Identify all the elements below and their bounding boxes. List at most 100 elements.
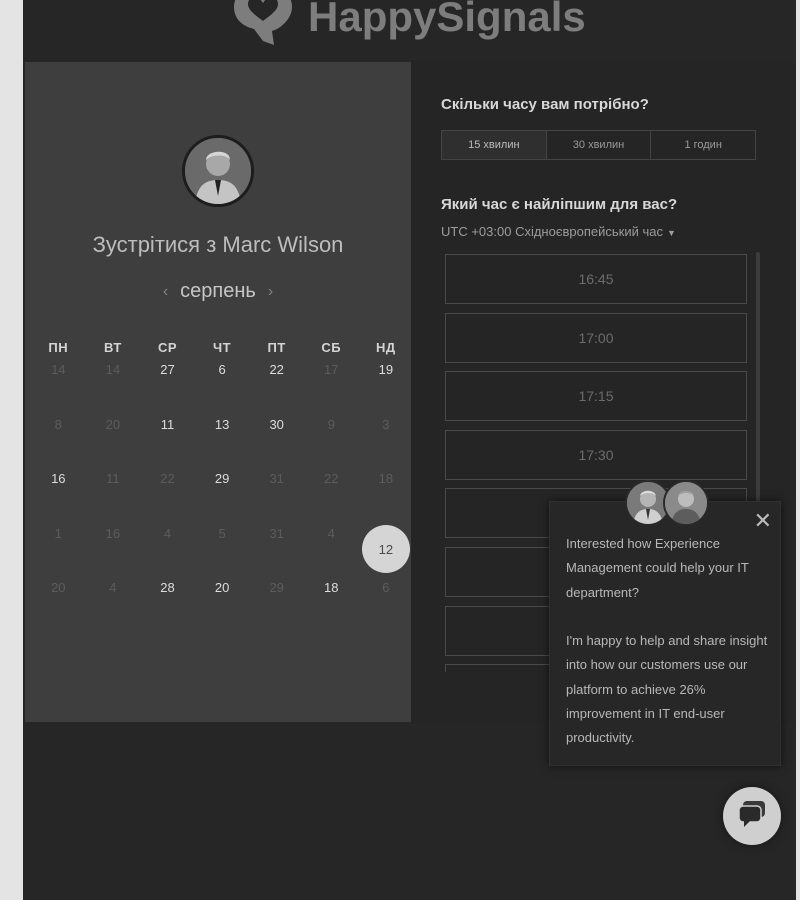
calendar-day: 4: [86, 576, 141, 631]
heart-bubble-icon: [228, 0, 298, 49]
time-slot-button[interactable]: 17:00: [445, 312, 747, 363]
day-number: 4: [109, 580, 117, 596]
calendar-day: 1: [31, 522, 86, 577]
popup-paragraph-2-line-2: productivity.: [566, 730, 635, 746]
calendar-day[interactable]: 13: [195, 413, 250, 468]
day-number: 12: [361, 525, 410, 574]
day-number: 5: [218, 525, 226, 541]
organizer-panel: Зустрітися з Marc Wilson ‹ серпень › ПН В…: [25, 62, 411, 722]
day-number: 6: [218, 362, 226, 377]
day-number: 16: [105, 525, 121, 541]
chevron-left-icon[interactable]: ‹: [151, 283, 180, 301]
calendar-day: 5: [195, 522, 250, 577]
calendar-grid: 14 14 27 6 22 17 19 8 20 11 13 30 9 3 16 11 22 29 31 22 18 1 1…: [31, 358, 413, 631]
happysignals-logo[interactable]: HappySignals: [228, 0, 586, 52]
close-icon[interactable]: ✕: [754, 510, 772, 532]
day-number: 3: [382, 416, 390, 432]
calendar-day: 4: [140, 522, 195, 577]
calendar-day: 6: [359, 576, 414, 631]
weekday-label: ПТ: [267, 340, 286, 355]
day-number: 30: [269, 416, 284, 432]
duration-option[interactable]: 30 хвилин: [547, 131, 652, 159]
calendar-day: 22: [304, 467, 359, 522]
caret-down-icon: ▼: [666, 228, 676, 238]
duration-question: Скільки часу вам потрібно?: [441, 96, 649, 113]
organizer-avatar: [182, 135, 254, 207]
weekday-label: ВТ: [103, 340, 122, 355]
day-number: 31: [269, 525, 284, 541]
logo-text: HappySignals: [308, 0, 586, 40]
calendar-day: 18: [359, 467, 414, 522]
popup-avatars: [625, 480, 715, 530]
time-slot-button[interactable]: 16:45: [445, 254, 747, 304]
time-slot-button[interactable]: 17:30: [445, 429, 747, 480]
calendar-day[interactable]: 28: [140, 576, 195, 631]
calendar-day: 16: [86, 522, 141, 577]
meet-title: Зустрітися з Marc Wilson: [92, 232, 344, 257]
chat-launcher-button[interactable]: [723, 787, 781, 845]
chevron-right-icon[interactable]: ›: [256, 283, 285, 301]
calendar-day[interactable]: 18: [304, 576, 359, 631]
popup-message: Interested how Experience Management cou…: [566, 532, 772, 751]
day-number: 22: [160, 471, 175, 487]
calendar-day: 9: [304, 413, 359, 468]
day-number: 17: [324, 362, 339, 377]
calendar-day: 20: [31, 576, 86, 631]
popup-paragraph-1: Interested how Experience Management cou…: [566, 536, 749, 600]
weekday-label: СБ: [321, 340, 342, 355]
day-number: 9: [327, 416, 335, 432]
day-number: 16: [51, 471, 66, 487]
day-number: 20: [105, 416, 121, 432]
day-number: 18: [378, 471, 394, 487]
day-number: 14: [51, 362, 66, 377]
calendar-day[interactable]: 16: [31, 467, 86, 522]
calendar-day[interactable]: 11: [140, 413, 195, 468]
day-number: 29: [269, 580, 284, 596]
day-number: 11: [106, 471, 120, 487]
calendar-day[interactable]: 27: [140, 358, 195, 413]
calendar-day[interactable]: 19: [359, 358, 414, 413]
day-number: 29: [214, 471, 230, 487]
calendar-day: 20: [86, 413, 141, 468]
day-number: 27: [160, 362, 175, 377]
calendar-day: 22: [140, 467, 195, 522]
calendar-day: 31: [249, 467, 304, 522]
duration-option[interactable]: 1 годин: [651, 131, 755, 159]
day-number: 8: [54, 416, 62, 432]
calendar-day: 11: [86, 467, 141, 522]
time-slot-button[interactable]: 17:15: [445, 371, 747, 422]
day-number: 20: [51, 580, 66, 596]
calendar-day: 14: [31, 358, 86, 413]
popup-paragraph-2-line-1: I'm happy to help and share insight into…: [566, 633, 768, 722]
timezone-select[interactable]: UTC +03:00 Східноєвропейський час ▼: [441, 224, 676, 239]
day-number: 11: [160, 416, 175, 432]
day-number: 20: [214, 580, 230, 596]
calendar-day[interactable]: 20: [195, 576, 250, 631]
day-number: 4: [327, 525, 335, 541]
calendar-day[interactable]: 22: [249, 358, 304, 413]
day-number: 31: [269, 471, 284, 487]
day-number: 14: [105, 362, 121, 377]
weekday-label: ЧТ: [213, 340, 232, 355]
day-number: 22: [324, 471, 339, 487]
calendar-day: 4: [304, 522, 359, 577]
slot-scrollbar[interactable]: [756, 252, 760, 502]
calendar-day[interactable]: 6: [195, 358, 250, 413]
calendar-day: 8: [31, 413, 86, 468]
day-number: 18: [324, 580, 339, 596]
duration-selector: 15 хвилин 30 хвилин 1 годин: [441, 130, 756, 160]
duration-option[interactable]: 15 хвилин: [442, 131, 547, 159]
time-question: Який час є найліпшим для вас?: [441, 196, 678, 213]
day-number: 19: [378, 362, 394, 377]
weekday-header: ПН ВТ СР ЧТ ПТ СБ НД: [31, 340, 413, 355]
weekday-label: СР: [157, 340, 178, 355]
day-number: 22: [269, 362, 284, 377]
chat-popup: ✕ Interested how Experience Management c…: [549, 480, 781, 766]
calendar-day: 3: [359, 413, 414, 468]
header: HappySignals: [23, 0, 796, 63]
weekday-label: НД: [376, 340, 396, 355]
timezone-label: UTC +03:00 Східноєвропейський час: [441, 224, 663, 239]
calendar-day-selected[interactable]: 12: [359, 522, 414, 577]
calendar-day[interactable]: 29: [195, 467, 250, 522]
calendar-day[interactable]: 30: [249, 413, 304, 468]
